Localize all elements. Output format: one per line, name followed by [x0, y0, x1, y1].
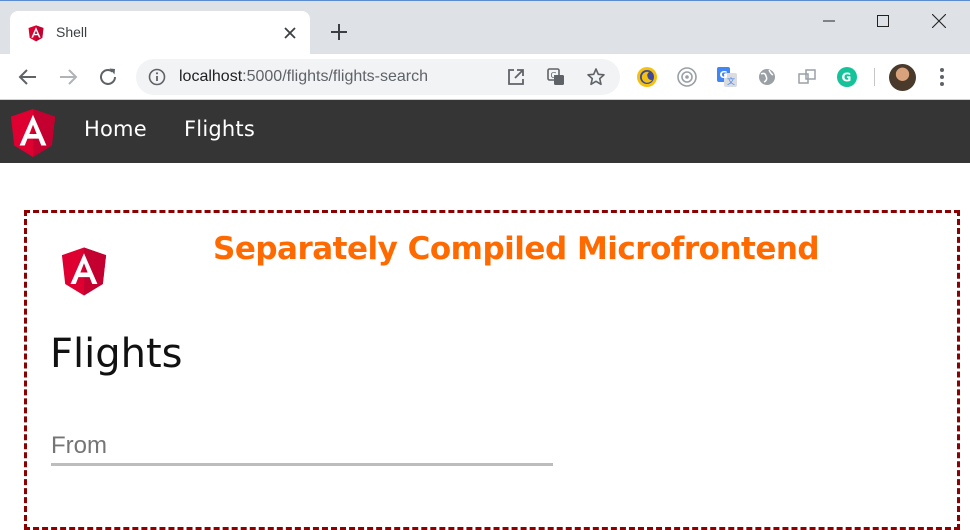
browser-tab[interactable]: Shell — [10, 11, 310, 55]
moon-extension-icon[interactable] — [636, 66, 658, 88]
close-icon — [932, 14, 946, 28]
page-title: Flights — [50, 331, 183, 377]
microfrontend-container: Separately Compiled Microfrontend Flight… — [24, 210, 960, 530]
angular-logo-icon — [61, 247, 107, 296]
plus-icon[interactable] — [328, 21, 350, 43]
svg-text:文: 文 — [727, 76, 735, 86]
address-bar[interactable]: localhost:5000/flights/flights-search G — [136, 59, 620, 95]
info-icon[interactable] — [148, 68, 166, 86]
translate-icon[interactable]: G — [546, 67, 566, 87]
close-tab-icon[interactable] — [282, 25, 298, 41]
url-host: localhost — [179, 68, 243, 85]
angular-logo-icon[interactable] — [9, 107, 57, 159]
globe-icon[interactable] — [756, 66, 778, 88]
nav-link-home[interactable]: Home — [84, 117, 147, 141]
open-external-icon[interactable] — [506, 67, 526, 87]
maximize-button[interactable] — [860, 7, 906, 35]
star-icon[interactable] — [586, 67, 606, 87]
avatar[interactable] — [889, 64, 916, 91]
arrow-left-icon[interactable] — [17, 66, 39, 88]
svg-text:G: G — [842, 71, 852, 85]
toolbar-divider — [874, 68, 875, 86]
minimize-icon — [823, 20, 835, 22]
microfrontend-banner: Separately Compiled Microfrontend — [213, 231, 820, 267]
browser-tabstrip: Shell — [0, 0, 970, 55]
from-field[interactable]: From — [51, 428, 553, 466]
from-field-label: From — [51, 432, 107, 459]
tab-title: Shell — [56, 24, 88, 40]
maximize-icon — [877, 15, 889, 27]
minimize-button[interactable] — [806, 7, 852, 35]
svg-text:G: G — [551, 71, 557, 80]
main-content: Separately Compiled Microfrontend Flight… — [0, 163, 970, 530]
app-navbar: Home Flights — [0, 100, 970, 163]
reload-icon[interactable] — [97, 66, 119, 88]
grammarly-icon[interactable]: G — [836, 66, 858, 88]
nav-link-flights[interactable]: Flights — [184, 117, 255, 141]
browser-toolbar: localhost:5000/flights/flights-search G … — [0, 54, 970, 100]
url-path: :5000/flights/flights-search — [242, 68, 429, 85]
google-translate-icon[interactable]: G 文 — [716, 66, 738, 88]
target-extension-icon[interactable] — [676, 66, 698, 88]
more-menu-icon[interactable] — [932, 66, 952, 88]
puzzle-icon[interactable] — [796, 66, 818, 88]
arrow-right-icon[interactable] — [57, 66, 79, 88]
close-window-button[interactable] — [916, 7, 962, 35]
angular-icon — [28, 25, 44, 42]
url-text[interactable]: localhost:5000/flights/flights-search — [179, 68, 428, 86]
